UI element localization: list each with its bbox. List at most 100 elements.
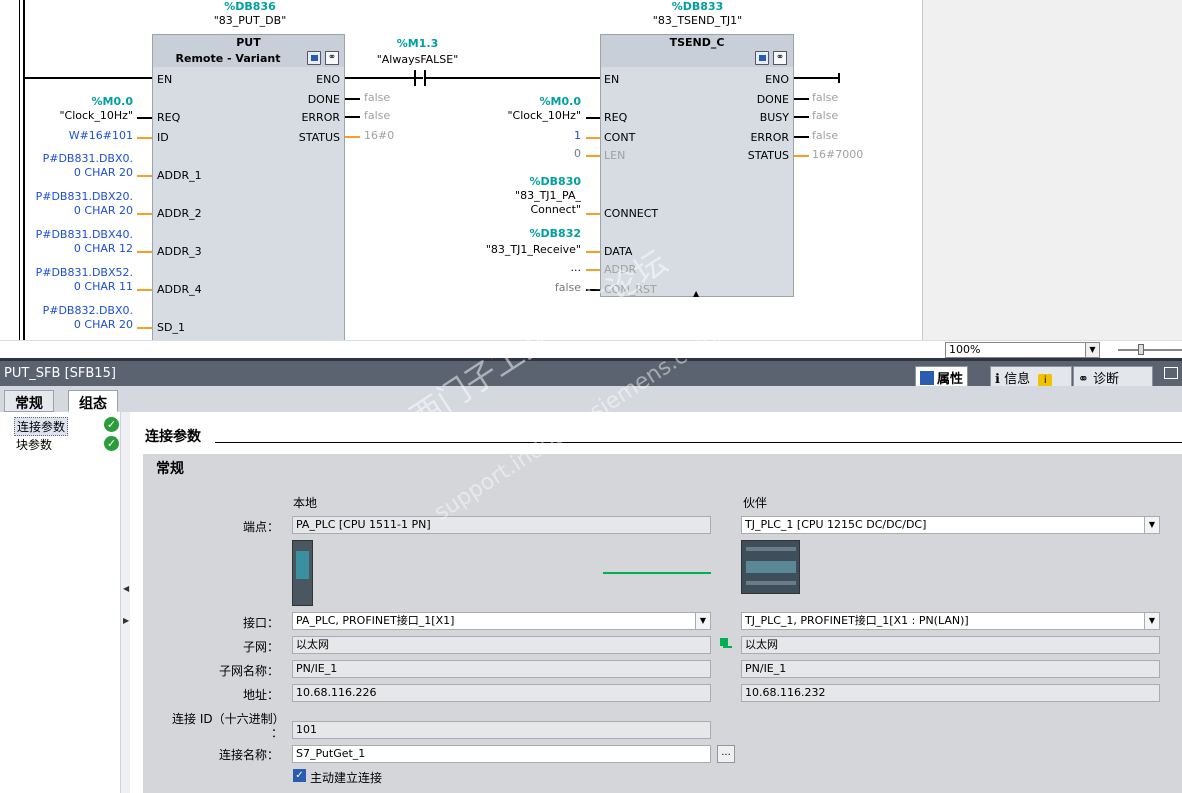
tsend-db-name[interactable]: "83_TSEND_TJ1" [630,14,765,27]
subnet-label: 子网： [242,640,279,654]
expand-right-icon[interactable]: ▶ [123,616,129,625]
partner-subnet-field[interactable]: 以太网 [741,636,1160,654]
put-addr2-b[interactable]: 0 CHAR 20 [20,204,133,217]
put-error-value: false [364,109,391,122]
tsend-connect-a[interactable]: "83_TJ1_PA_ [480,189,581,202]
inspector-subtabs: 常规 组态 [0,386,1182,412]
put-subtitle[interactable]: Remote - Variant [153,52,303,65]
tab-diagnostics[interactable]: ⚭ 诊断 [1073,366,1153,387]
block-icon[interactable] [755,51,769,65]
put-sd1-b[interactable]: 0 CHAR 20 [20,318,133,331]
put-pin-status: STATUS [298,131,340,144]
local-endpoint-field[interactable]: PA_PLC [CPU 1511-1 PN] [292,516,711,534]
editor-side-pane [922,0,1182,340]
block-icon[interactable] [307,51,321,65]
tsend-pin-busy: BUSY [759,111,789,124]
tab-general[interactable]: 常规 [4,390,54,412]
chevron-down-icon[interactable]: ▼ [1085,343,1099,357]
stethoscope-icon[interactable]: ⚭ [325,51,339,65]
tsend-cont-operand[interactable]: 1 [500,129,581,142]
partner-subnet-name-field[interactable]: PN/IE_1 [741,660,1160,678]
tab-properties[interactable]: 属性 [915,366,969,387]
tsend-connect-b[interactable]: Connect" [480,203,581,216]
contact-operand[interactable]: "AlwaysFALSE" [360,53,475,66]
put-addr2-a[interactable]: P#DB831.DBX20. [20,190,133,203]
local-subnet-field[interactable]: 以太网 [292,636,711,654]
conn-name-field[interactable]: S7_PutGet_1 [292,745,711,763]
put-sd1-a[interactable]: P#DB832.DBX0. [20,304,133,317]
partner-header: 伙伴 [743,496,768,510]
put-status-value: 16#0 [364,129,395,142]
put-addr3-a[interactable]: P#DB831.DBX40. [20,228,133,241]
zoom-slider-handle[interactable] [1138,344,1144,355]
put-addr1-a[interactable]: P#DB831.DBX0. [20,152,133,165]
browse-button[interactable]: ... [717,745,735,763]
connection-params-pane: 连接参数 常规 本地 伙伴 端点： PA_PLC [CPU 1511-1 PN]… [131,412,1182,793]
put-pin-addr1: ADDR_1 [157,169,202,182]
tab-info[interactable]: ℹ 信息 i [990,366,1072,388]
maximize-icon[interactable] [1164,367,1178,379]
partner-endpoint-select[interactable]: TJ_PLC_1 [CPU 1215C DC/DC/DC] ▼ [741,516,1160,534]
local-address-field[interactable]: 10.68.116.226 [292,684,711,702]
put-pin-eno: ENO [316,73,340,86]
tab-configuration[interactable]: 组态 [68,390,118,412]
put-pin-id: ID [157,131,169,144]
put-addr4-a[interactable]: P#DB831.DBX52. [20,266,133,279]
inspector-title-bar: PUT_SFB [SFB15] 属性 ℹ 信息 i ⚭ 诊断 [0,358,1182,388]
tsend-addr-operand[interactable]: ... [500,261,582,274]
put-pin-sd1: SD_1 [157,321,185,334]
zoom-select[interactable]: 100% ▼ [945,342,1100,358]
put-req-operand[interactable]: "Clock_10Hz" [40,109,133,122]
put-block[interactable]: PUT Remote - Variant ⚭ EN REQ ID ADDR_1 … [152,34,345,340]
collapse-arrow-icon[interactable]: ▲ [693,289,699,298]
put-addr4-b[interactable]: 0 CHAR 11 [20,280,133,293]
info-icon: ℹ [995,372,1000,387]
tsend-pin-connect: CONNECT [604,207,659,220]
stethoscope-icon: ⚭ [1078,372,1089,387]
tsend-req-operand[interactable]: "Clock_10Hz" [480,109,581,122]
tsend-done-value: false [812,91,839,104]
eno-wire [345,77,423,79]
put-db-name[interactable]: "83_PUT_DB" [190,14,310,27]
put-id-operand[interactable]: W#16#101 [40,129,133,142]
tsend-busy-value: false [812,109,839,122]
tab-properties-label: 属性 [937,372,964,387]
local-interface-select[interactable]: PA_PLC, PROFINET接口_1[X1] ▼ [292,612,711,630]
nav-item-connection-params[interactable]: 连接参数 [14,417,69,436]
section-divider [215,442,1182,443]
tsend-com-rst-operand[interactable]: false [500,281,581,294]
tsend-len-operand[interactable]: 0 [500,147,581,160]
put-pin-done: DONE [307,93,340,106]
contact-left-bar[interactable] [414,70,416,86]
put-addr3-b[interactable]: 0 CHAR 12 [20,242,133,255]
partner-interface-select[interactable]: TJ_PLC_1, PROFINET接口_1[X1 : PN(LAN)] ▼ [741,612,1160,630]
ladder-editor[interactable]: %DB836 "83_PUT_DB" PUT Remote - Variant … [0,0,1182,340]
inspector-title: PUT_SFB [SFB15] [4,366,116,381]
nav-item-block-params[interactable]: 块参数 [14,436,54,453]
conn-id-field[interactable]: 101 [292,721,711,739]
tsend-data-operand[interactable]: "83_TJ1_Receive" [470,243,581,256]
partner-address-field[interactable]: 10.68.116.232 [741,684,1160,702]
put-addr1-b[interactable]: 0 CHAR 20 [20,166,133,179]
chevron-down-icon[interactable]: ▼ [1144,613,1159,629]
chevron-down-icon[interactable]: ▼ [1144,517,1159,533]
tab-diagnostics-label: 诊断 [1093,372,1120,387]
conn-name-label: 连接名称： [218,748,279,762]
zoom-slider[interactable] [1118,349,1182,351]
nav-splitter[interactable]: ◀ ▶ [120,412,130,793]
tsend-pin-error: ERROR [750,131,789,144]
put-addr2-wire [137,213,152,215]
stethoscope-icon[interactable]: ⚭ [773,51,787,65]
config-nav: 连接参数 ✓ 块参数 ✓ ◀ ▶ [0,412,130,793]
tsend-connect-wire [586,213,600,215]
chevron-down-icon[interactable]: ▼ [695,613,710,629]
panel-title: 常规 [156,461,184,477]
contact-out-wire [426,77,601,79]
tsend-block[interactable]: TSEND_C ⚭ EN REQ CONT LEN CONNECT DATA A… [600,34,794,298]
active-connection-checkbox[interactable]: ✓ [293,769,306,782]
put-done-value: false [364,91,391,104]
tsend-cont-wire [586,137,600,139]
collapse-left-icon[interactable]: ◀ [123,584,129,593]
local-subnet-name-field[interactable]: PN/IE_1 [292,660,711,678]
tsend-pin-status: STATUS [747,149,789,162]
